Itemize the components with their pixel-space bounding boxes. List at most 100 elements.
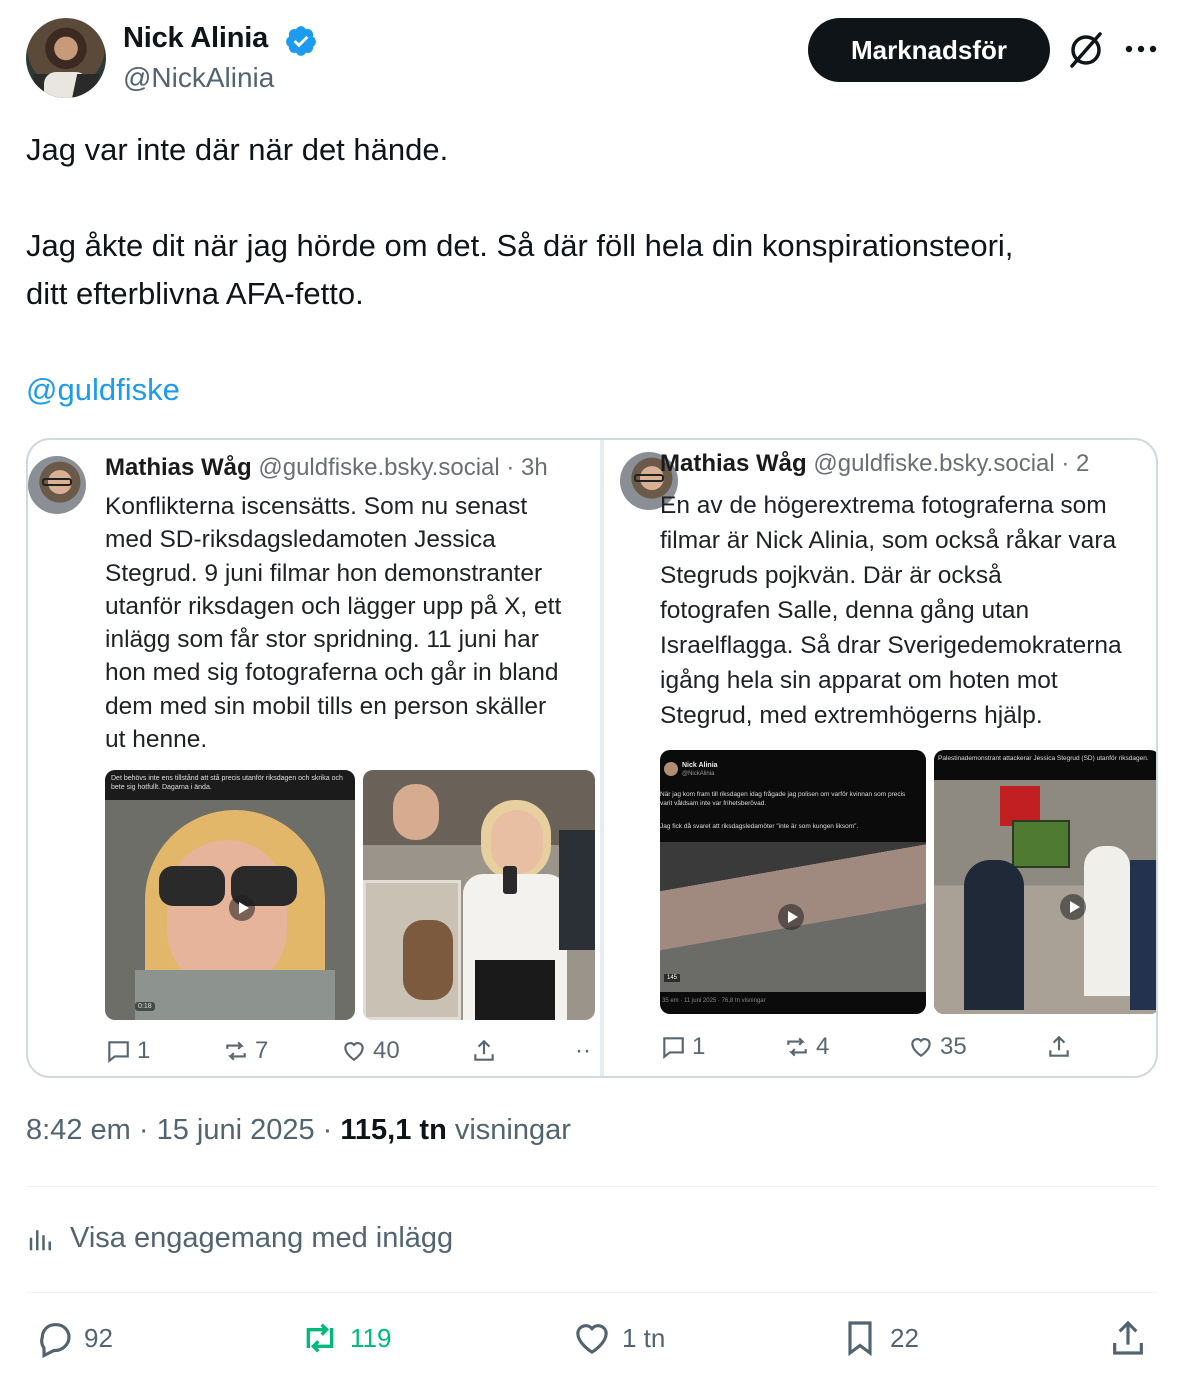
- reply-count: 92: [84, 1322, 113, 1353]
- quoted-post: Mathias Wåg @guldfiske.bsky.social · 3h …: [28, 440, 600, 1076]
- bookmark-button[interactable]: 22: [840, 1318, 919, 1358]
- quoted-reply-action[interactable]: 1: [105, 1037, 150, 1065]
- quoted-post-body: Konflikterna iscensätts. Som nu senast m…: [105, 490, 561, 756]
- woman-white-shape: [1084, 846, 1130, 996]
- more-dots-icon: ··: [575, 1037, 591, 1064]
- tweet-line: Jag var inte där när det hände.: [26, 132, 449, 167]
- black-skirt-shape: [475, 960, 555, 1020]
- man-face-shape: [393, 784, 439, 840]
- tweet-line: ditt efterblivna AFA-fetto.: [26, 276, 364, 311]
- tweet-text: Jag var inte där när det hände. Jag åkte…: [26, 126, 1166, 414]
- quoted-reply-count: 1: [137, 1037, 151, 1064]
- share-button[interactable]: [1108, 1318, 1148, 1358]
- face-shape: [167, 840, 287, 990]
- quoted-author-avatar: [28, 456, 86, 514]
- body-line: ut henne.: [105, 726, 208, 754]
- quoted-post-header: Mathias Wåg @guldfiske.bsky.social · 2: [660, 450, 1089, 478]
- quoted-share-action[interactable]: [471, 1038, 497, 1064]
- body-line: Israelflagga. Så drar Sverigedemokratern…: [660, 632, 1122, 659]
- quoted-author-handle: @guldfiske.bsky.social: [258, 454, 500, 481]
- play-icon[interactable]: [1060, 894, 1086, 920]
- tweet-header: Nick Alinia @NickAlinia Marknadsför: [26, 18, 1166, 100]
- quoted-more-action[interactable]: ··: [575, 1037, 591, 1065]
- share-icon: [1113, 1320, 1143, 1355]
- reply-icon: [108, 1041, 129, 1064]
- views-label: visningar: [454, 1114, 571, 1146]
- police-shape: [559, 830, 595, 950]
- quoted-photo-thumbnail: Palestinademonstrant attackerar Jessica …: [934, 750, 1156, 1014]
- share-icon: [1049, 1035, 1069, 1057]
- author-name[interactable]: Nick Alinia: [123, 22, 268, 55]
- play-icon[interactable]: [778, 904, 804, 930]
- quoted-post: Mathias Wåg @guldfiske.bsky.social · 2 E…: [600, 440, 1156, 1076]
- like-count: 1 tn: [622, 1322, 666, 1353]
- play-icon[interactable]: [229, 895, 255, 921]
- video-caption: Det behövs inte ens tillstånd att stå pr…: [111, 775, 343, 791]
- body-line: dem med sin mobil tills en person skälle…: [105, 692, 547, 720]
- divider: [26, 1186, 1158, 1187]
- sign-child-shape: [403, 920, 453, 1000]
- quoted-like-action[interactable]: 40: [341, 1037, 400, 1065]
- repost-button[interactable]: 119: [300, 1318, 391, 1358]
- embedded-avatar: [664, 762, 678, 776]
- quoted-share-action[interactable]: [1046, 1034, 1072, 1060]
- view-engagement-link[interactable]: Visa engagemang med inlägg: [26, 1222, 453, 1255]
- quoted-photo-thumbnail: [363, 770, 595, 1020]
- tweet-date[interactable]: 15 juni 2025: [157, 1114, 315, 1146]
- quoted-video-thumbnail: Det behövs inte ens tillstånd att stå pr…: [105, 770, 355, 1020]
- heart-icon: [911, 1038, 931, 1057]
- green-sign-shape: [1012, 820, 1070, 868]
- quoted-like-count: 40: [373, 1037, 400, 1064]
- bookmark-count: 22: [890, 1322, 919, 1353]
- repost-icon: [787, 1037, 807, 1057]
- reply-icon: [40, 1323, 71, 1358]
- like-button[interactable]: 1 tn: [572, 1318, 665, 1358]
- quoted-like-count: 35: [940, 1033, 967, 1060]
- embedded-text-2: Jag fick då svaret att riksdagsledamöter…: [660, 823, 859, 830]
- quoted-reply-action[interactable]: 1: [660, 1033, 705, 1061]
- reply-icon: [663, 1037, 684, 1060]
- body-line: Stegrud. 9 juni filmar hon demonstranter: [105, 559, 543, 587]
- body-line: Konflikterna iscensätts. Som nu senast: [105, 493, 528, 520]
- quoted-post-actions: 1 4 35: [660, 1032, 1156, 1062]
- quoted-reply-count: 1: [692, 1033, 706, 1060]
- repost-icon: [226, 1041, 246, 1061]
- body-line: Stegrud, med extremhögerns hjälp.: [660, 702, 1043, 729]
- quoted-author-name: Mathias Wåg: [105, 454, 252, 481]
- phone-shape: [503, 866, 517, 894]
- quoted-author-handle: @guldfiske.bsky.social: [813, 450, 1055, 477]
- tweet-line: [26, 318, 1166, 366]
- mention-link[interactable]: @guldfiske: [26, 372, 180, 407]
- attached-image-card[interactable]: Mathias Wåg @guldfiske.bsky.social · 3h …: [26, 438, 1158, 1078]
- quoted-author-name: Mathias Wåg: [660, 450, 807, 477]
- quoted-repost-action[interactable]: 7: [223, 1037, 268, 1065]
- body-line: utanför riksdagen och lägger upp på X, e…: [105, 592, 562, 620]
- promote-button[interactable]: Marknadsför: [808, 18, 1050, 82]
- author-avatar[interactable]: [26, 18, 106, 98]
- reply-button[interactable]: 92: [34, 1318, 113, 1358]
- author-handle[interactable]: @NickAlinia: [123, 62, 274, 94]
- video-duration: 0:18: [135, 1002, 155, 1011]
- body-line: Stegruds pojkvän. Där är också: [660, 562, 1002, 589]
- tweet-line: [26, 174, 1166, 222]
- quoted-like-action[interactable]: 35: [908, 1033, 967, 1061]
- quoted-repost-count: 4: [816, 1033, 830, 1060]
- views-count: 115,1 tn: [340, 1114, 447, 1146]
- body-line: inlägg som får stor spridning. 11 juni h…: [105, 626, 539, 654]
- tweet-meta: 8:42 em · 15 juni 2025 · 115,1 tn visnin…: [26, 1114, 571, 1147]
- divider: [26, 1292, 1158, 1293]
- quoted-repost-action[interactable]: 4: [784, 1033, 829, 1061]
- tweet-time[interactable]: 8:42 em: [26, 1114, 131, 1146]
- embedded-footer: 35 em · 11 juni 2025 · 76,8 tn visningar: [662, 998, 766, 1004]
- avatar-glasses: [42, 478, 72, 486]
- repost-count: 119: [350, 1322, 392, 1353]
- woman-face-shape: [491, 810, 543, 874]
- share-icon: [474, 1039, 494, 1061]
- verified-badge-icon: [286, 26, 316, 56]
- repost-icon: [306, 1323, 334, 1353]
- body-line: filmar är Nick Alinia, som också råkar v…: [660, 527, 1117, 554]
- more-icon[interactable]: [1124, 44, 1158, 54]
- grok-icon[interactable]: [1066, 30, 1106, 70]
- sunglasses-left: [159, 866, 225, 906]
- analytics-icon: [29, 1229, 51, 1250]
